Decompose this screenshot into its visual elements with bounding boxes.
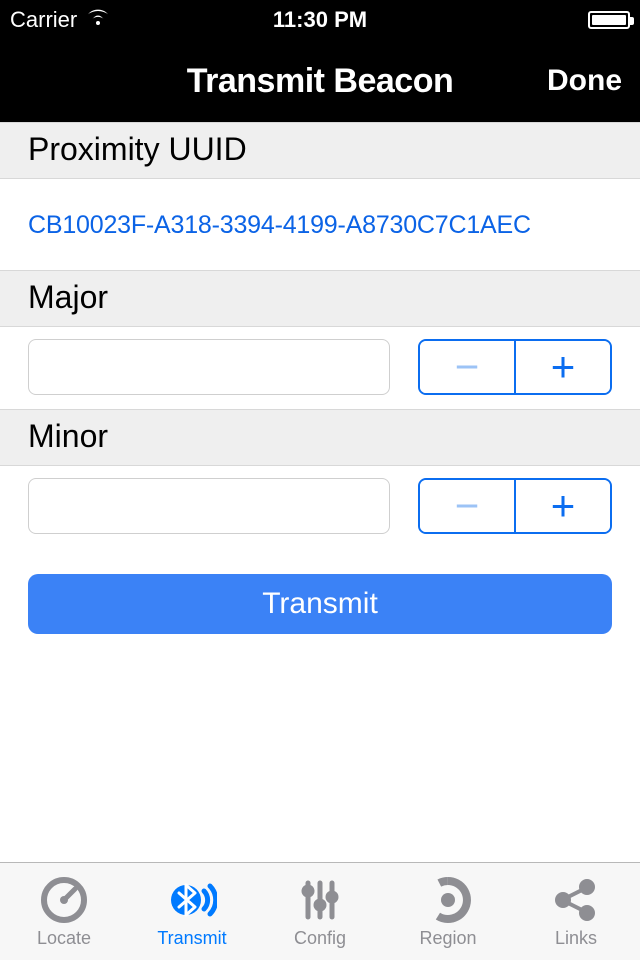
major-input[interactable] [28, 339, 390, 395]
uuid-value[interactable]: CB10023F-A318-3394-4199-A8730C7C1AEC [0, 179, 640, 270]
tab-label-locate: Locate [37, 928, 91, 949]
tab-label-transmit: Transmit [157, 928, 226, 949]
gauge-icon [38, 874, 90, 926]
tab-label-config: Config [294, 928, 346, 949]
major-stepper: − + [418, 339, 612, 395]
minor-stepper: − + [418, 478, 612, 534]
tab-label-links: Links [555, 928, 597, 949]
tab-config[interactable]: Config [256, 863, 384, 960]
transmit-button[interactable]: Transmit [28, 574, 612, 634]
section-major: Major [0, 270, 640, 327]
carrier-label: Carrier [10, 7, 77, 33]
minor-stepper-minus[interactable]: − [420, 480, 514, 532]
tab-label-region: Region [419, 928, 476, 949]
tab-transmit[interactable]: Transmit [128, 863, 256, 960]
battery-icon [588, 11, 630, 29]
wifi-icon [85, 7, 111, 33]
major-stepper-minus[interactable]: − [420, 341, 514, 393]
status-bar: Carrier 11:30 PM [0, 0, 640, 40]
tab-links[interactable]: Links [512, 863, 640, 960]
clock-label: 11:30 PM [273, 7, 367, 33]
minor-input[interactable] [28, 478, 390, 534]
tab-locate[interactable]: Locate [0, 863, 128, 960]
section-minor: Minor [0, 409, 640, 466]
bluetooth-icon [166, 874, 218, 926]
tab-bar: Locate Transmit Config [0, 862, 640, 960]
major-stepper-plus[interactable]: + [516, 341, 610, 393]
region-icon [422, 874, 474, 926]
links-icon [550, 874, 602, 926]
tab-region[interactable]: Region [384, 863, 512, 960]
section-proximity-uuid: Proximity UUID [0, 122, 640, 179]
done-button[interactable]: Done [547, 64, 622, 98]
page-title: Transmit Beacon [187, 62, 453, 101]
nav-bar: Transmit Beacon Done [0, 40, 640, 122]
sliders-icon [294, 874, 346, 926]
minor-stepper-plus[interactable]: + [516, 480, 610, 532]
